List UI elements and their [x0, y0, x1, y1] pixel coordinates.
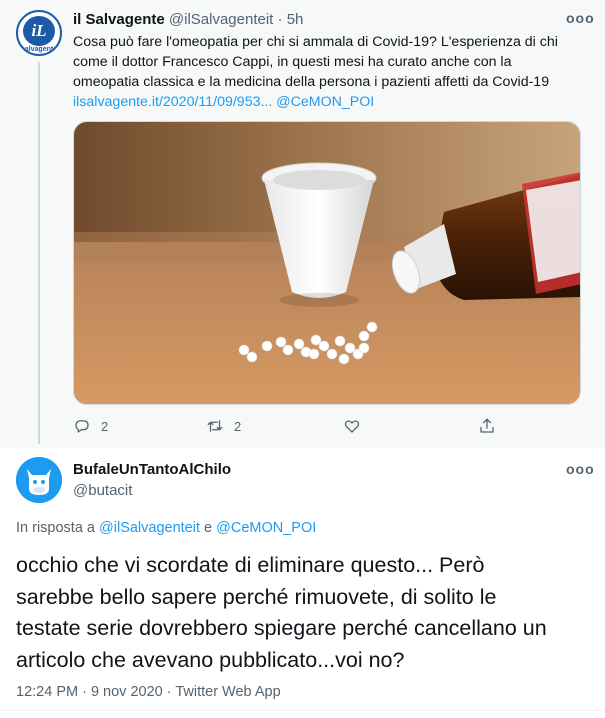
tweet-meta[interactable]: 12:24 PM · 9 nov 2020 · Twitter Web App [16, 684, 281, 700]
tweet-text-line: omeopatia classica e la medicina della p… [73, 74, 550, 90]
mention-link[interactable]: @CeMON_POI [276, 94, 374, 110]
user-handle[interactable]: @butacit [73, 482, 132, 499]
avatar[interactable]: iL salvagente [16, 10, 62, 56]
tweet-actions: 2 2 [73, 414, 543, 438]
separator: · [277, 11, 283, 28]
reply-conjunction: e [204, 520, 213, 536]
article-link[interactable]: ilsalvagente.it/2020/11/09/953... [73, 94, 272, 110]
like-icon [344, 420, 360, 433]
tweet-header: il Salvagente @ilSalvagenteit · 5h [73, 11, 303, 28]
tweet-text-line: Cosa può fare l'omeopatia per chi si amm… [73, 34, 558, 50]
reply-icon [75, 420, 89, 433]
cow-avatar-icon [16, 457, 62, 503]
reply-context: In risposta a @ilSalvagenteit e @CeMON_P… [16, 520, 316, 536]
reply-button[interactable]: 2 [73, 414, 108, 438]
tweet-text-line: sarebbe bello sapere perché rimuovete, d… [16, 584, 497, 609]
tweet-text-line: testate serie dovrebbero spiegare perché… [16, 616, 547, 640]
reply-prefix: In risposta a [16, 520, 95, 536]
reply-count: 2 [101, 418, 109, 434]
share-icon [480, 418, 494, 433]
avatar[interactable] [16, 457, 62, 503]
mention-link[interactable]: @CeMON_POI [216, 520, 316, 536]
retweet-icon [207, 420, 223, 432]
share-button[interactable] [478, 414, 506, 438]
user-handle[interactable]: @ilSalvagenteit [169, 11, 273, 28]
retweet-button[interactable]: 2 [206, 414, 241, 438]
display-name[interactable]: il Salvagente [73, 11, 165, 28]
homeopathy-bottle-photo [74, 122, 580, 404]
display-name[interactable]: BufaleUnTantoAlChilo [73, 461, 231, 478]
tweet-text-line: articolo che avevano pubblicato...voi no… [16, 647, 405, 672]
avatar-logo-brand: salvagente [20, 46, 58, 53]
divider [0, 710, 605, 711]
thread-connector-line [38, 62, 40, 444]
avatar-logo-text: iL [23, 16, 55, 46]
tweet-text: occhio che vi scordate di eliminare ques… [16, 550, 596, 676]
mention-link[interactable]: @ilSalvagenteit [99, 520, 200, 536]
more-icon[interactable]: ooo [566, 461, 595, 477]
tweet-photo[interactable] [73, 121, 581, 405]
tweet-time[interactable]: 5h [287, 11, 304, 28]
more-icon[interactable]: ooo [566, 10, 595, 26]
retweet-count: 2 [234, 418, 242, 434]
tweet-text-line: occhio che vi scordate di eliminare ques… [16, 553, 485, 577]
tweet-text-line: come il dottor Francesco Cappi, in quest… [73, 54, 512, 70]
tweet-text: Cosa può fare l'omeopatia per chi si amm… [73, 32, 593, 112]
like-button[interactable] [343, 414, 371, 438]
